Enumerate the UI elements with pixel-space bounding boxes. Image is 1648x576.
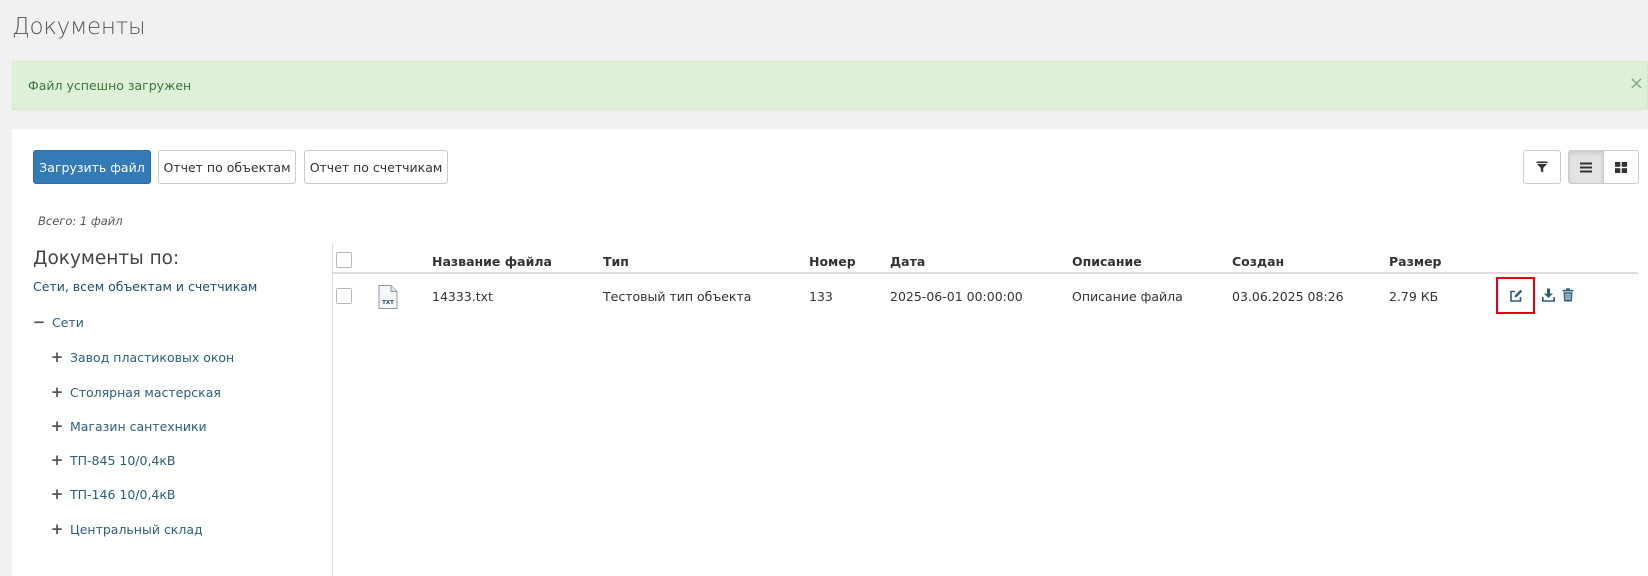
- upload-file-button[interactable]: Загрузить файл: [33, 150, 151, 184]
- grid-view-icon: [1615, 161, 1627, 173]
- documents-panel: Загрузить файл Отчет по объектам Отчет п…: [12, 129, 1648, 576]
- success-alert: Файл успешно загружен ×: [12, 61, 1648, 110]
- table-row: TXT 14333.txt Тестовый тип объекта 133 2…: [333, 276, 1638, 318]
- page-title: Документы: [12, 14, 146, 40]
- file-type-label: TXT: [382, 300, 394, 306]
- tree-toggle-minus-icon[interactable]: −: [32, 313, 46, 331]
- cell-number: 133: [809, 289, 833, 304]
- tree-item-label: Столярная мастерская: [70, 384, 221, 400]
- tree-item-label: Центральный склад: [70, 521, 203, 537]
- cell-date: 2025-06-01 00:00:00: [890, 289, 1023, 304]
- tree-item-3[interactable]: + ТП-845 10/0,4кВ: [50, 451, 176, 469]
- tree-toggle-plus-icon[interactable]: +: [50, 348, 64, 366]
- th-size[interactable]: Размер: [1389, 254, 1442, 269]
- list-view-button[interactable]: [1568, 150, 1604, 184]
- th-description[interactable]: Описание: [1072, 254, 1142, 269]
- tree-toggle-plus-icon[interactable]: +: [50, 383, 64, 401]
- tree-toggle-plus-icon[interactable]: +: [50, 417, 64, 435]
- download-icon: [1541, 288, 1555, 302]
- tree-item-5[interactable]: + Центральный склад: [50, 520, 203, 538]
- cell-type: Тестовый тип объекта: [603, 289, 752, 304]
- tree-item-label: Завод пластиковых окон: [70, 349, 235, 365]
- sidebar-title: Документы по:: [33, 248, 180, 269]
- alert-close-button[interactable]: ×: [1629, 75, 1644, 93]
- list-view-icon: [1580, 162, 1592, 172]
- report-objects-button[interactable]: Отчет по объектам: [158, 150, 296, 184]
- tree-toggle-plus-icon[interactable]: +: [50, 485, 64, 503]
- txt-file-icon: TXT: [378, 285, 398, 309]
- delete-button[interactable]: [1560, 287, 1576, 303]
- table-header: Название файла Тип Номер Дата Описание С…: [333, 243, 1638, 274]
- edit-icon: [1509, 289, 1522, 302]
- th-type[interactable]: Тип: [603, 254, 629, 269]
- tree-item-label: Магазин сантехники: [70, 418, 207, 434]
- filter-button[interactable]: [1523, 150, 1561, 184]
- tree-group-label: Сети: [52, 314, 84, 330]
- cell-created: 03.06.2025 08:26: [1232, 289, 1344, 304]
- tree-item-1[interactable]: + Столярная мастерская: [50, 383, 221, 401]
- cell-description: Описание файла: [1072, 289, 1183, 304]
- th-number[interactable]: Номер: [809, 254, 856, 269]
- report-counters-button[interactable]: Отчет по счетчикам: [304, 150, 448, 184]
- row-checkbox[interactable]: [336, 288, 352, 304]
- tree-item-0[interactable]: + Завод пластиковых окон: [50, 348, 235, 366]
- alert-message: Файл успешно загружен: [28, 78, 192, 93]
- tree-item-label: ТП-845 10/0,4кВ: [70, 452, 176, 468]
- download-button[interactable]: [1540, 287, 1556, 303]
- total-count: Всего: 1 файл: [38, 214, 123, 228]
- tree-item-4[interactable]: + ТП-146 10/0,4кВ: [50, 485, 176, 503]
- edit-button[interactable]: [1496, 277, 1535, 314]
- grid-view-button[interactable]: [1603, 150, 1639, 184]
- tree-group-networks[interactable]: − Сети: [32, 313, 84, 331]
- th-date[interactable]: Дата: [890, 254, 925, 269]
- th-name[interactable]: Название файла: [432, 254, 552, 269]
- tree-item-2[interactable]: + Магазин сантехники: [50, 417, 207, 435]
- tree-root-label: Сети, всем объектам и счетчикам: [33, 279, 258, 294]
- cell-size: 2.79 КБ: [1389, 289, 1439, 304]
- th-created[interactable]: Создан: [1232, 254, 1284, 269]
- tree-item-label: ТП-146 10/0,4кВ: [70, 486, 176, 502]
- tree-toggle-plus-icon[interactable]: +: [50, 520, 64, 538]
- select-all-checkbox[interactable]: [336, 252, 352, 268]
- trash-icon: [1562, 288, 1574, 302]
- filter-icon: [1536, 161, 1548, 173]
- tree-root[interactable]: Сети, всем объектам и счетчикам: [33, 279, 257, 294]
- cell-name[interactable]: 14333.txt: [432, 289, 493, 304]
- tree-toggle-plus-icon[interactable]: +: [50, 451, 64, 469]
